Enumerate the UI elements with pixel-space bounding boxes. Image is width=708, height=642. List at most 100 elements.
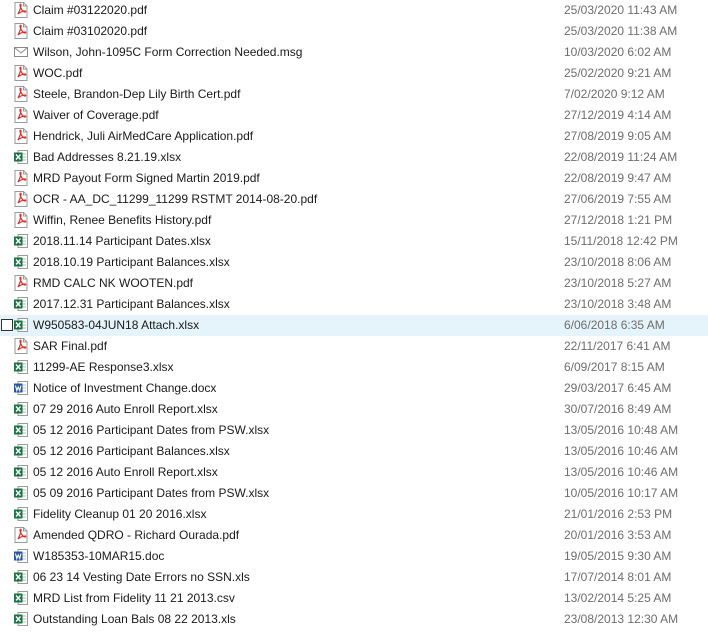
file-row[interactable]: Waiver of Coverage.pdf 27/12/2019 4:14 A… [0, 105, 708, 126]
file-row[interactable]: MRD List from Fidelity 11 21 2013.csv 13… [0, 588, 708, 609]
file-name: 11299-AE Response3.xlsx [33, 360, 174, 374]
file-date-modified: 22/08/2019 9:47 AM [564, 171, 672, 185]
word-icon [14, 380, 28, 396]
file-list: Claim #03122020.pdf 25/03/2020 11:43 AM … [0, 0, 708, 630]
file-name: 2018.10.19 Participant Balances.xlsx [33, 255, 230, 269]
file-date-modified: 23/10/2018 8:06 AM [564, 255, 672, 269]
file-name: 07 29 2016 Auto Enroll Report.xlsx [33, 402, 218, 416]
excel-icon [14, 317, 28, 333]
pdf-icon [14, 128, 28, 144]
file-row[interactable]: Amended QDRO - Richard Ourada.pdf 20/01/… [0, 525, 708, 546]
pdf-icon [14, 170, 28, 186]
file-name: WOC.pdf [33, 66, 83, 80]
file-date-modified: 7/02/2020 9:12 AM [564, 87, 665, 101]
file-row[interactable]: WOC.pdf 25/02/2020 9:21 AM [0, 63, 708, 84]
file-date-modified: 17/07/2014 8:01 AM [564, 570, 672, 584]
file-row[interactable]: Outstanding Loan Bals 08 22 2013.xls 23/… [0, 609, 708, 630]
file-date-modified: 23/10/2018 5:27 AM [564, 276, 672, 290]
file-date-modified: 29/03/2017 6:45 AM [564, 381, 672, 395]
pdf-icon [14, 23, 28, 39]
file-name: 06 23 14 Vesting Date Errors no SSN.xls [33, 570, 250, 584]
excel-icon [14, 233, 28, 249]
file-date-modified: 27/06/2019 7:55 AM [564, 192, 672, 206]
pdf-icon [14, 191, 28, 207]
file-name: Amended QDRO - Richard Ourada.pdf [33, 528, 240, 542]
file-name: SAR Final.pdf [33, 339, 108, 353]
file-name: 05 12 2016 Participant Dates from PSW.xl… [33, 423, 270, 437]
file-row[interactable]: 05 12 2016 Auto Enroll Report.xlsx 13/05… [0, 462, 708, 483]
excel-icon [14, 254, 28, 270]
excel-icon [14, 569, 28, 585]
file-date-modified: 27/08/2019 9:05 AM [564, 129, 672, 143]
excel-icon [14, 296, 28, 312]
file-row[interactable]: Fidelity Cleanup 01 20 2016.xlsx 21/01/2… [0, 504, 708, 525]
file-date-modified: 6/06/2018 6:35 AM [564, 318, 665, 332]
file-row[interactable]: Steele, Brandon-Dep Lily Birth Cert.pdf … [0, 84, 708, 105]
file-name: Waiver of Coverage.pdf [33, 108, 159, 122]
file-date-modified: 6/09/2017 8:15 AM [564, 360, 665, 374]
excel-icon [14, 359, 28, 375]
file-date-modified: 10/03/2020 6:02 AM [564, 45, 672, 59]
pdf-icon [14, 86, 28, 102]
file-name: Bad Addresses 8.21.19.xlsx [33, 150, 182, 164]
excel-icon [14, 422, 28, 438]
file-name: Wiffin, Renee Benefits History.pdf [33, 213, 212, 227]
file-date-modified: 13/05/2016 10:46 AM [564, 444, 679, 458]
file-name: OCR - AA_DC_11299_11299 RSTMT 2014-08-20… [33, 192, 318, 206]
mail-icon [14, 44, 28, 60]
file-name: RMD CALC NK WOOTEN.pdf [33, 276, 194, 290]
file-date-modified: 20/01/2016 3:53 AM [564, 528, 672, 542]
file-date-modified: 10/05/2016 10:17 AM [564, 486, 679, 500]
row-checkbox[interactable] [1, 319, 13, 331]
pdf-icon [14, 275, 28, 291]
file-date-modified: 23/08/2013 12:30 AM [564, 612, 679, 626]
file-row[interactable]: Claim #03102020.pdf 25/03/2020 11:38 AM [0, 21, 708, 42]
file-name: 2018.11.14 Participant Dates.xlsx [33, 234, 211, 248]
file-row[interactable]: Bad Addresses 8.21.19.xlsx 22/08/2019 11… [0, 147, 708, 168]
file-row[interactable]: OCR - AA_DC_11299_11299 RSTMT 2014-08-20… [0, 189, 708, 210]
pdf-icon [14, 2, 28, 18]
file-row[interactable]: MRD Payout Form Signed Martin 2019.pdf 2… [0, 168, 708, 189]
file-date-modified: 13/05/2016 10:46 AM [564, 465, 679, 479]
file-row[interactable]: 07 29 2016 Auto Enroll Report.xlsx 30/07… [0, 399, 708, 420]
excel-icon [14, 506, 28, 522]
file-row[interactable]: Hendrick, Juli AirMedCare Application.pd… [0, 126, 708, 147]
pdf-icon [14, 527, 28, 543]
file-name: Claim #03102020.pdf [33, 24, 148, 38]
file-row[interactable]: Notice of Investment Change.docx 29/03/2… [0, 378, 708, 399]
file-row[interactable]: SAR Final.pdf 22/11/2017 6:41 AM [0, 336, 708, 357]
file-row[interactable]: 2018.10.19 Participant Balances.xlsx 23/… [0, 252, 708, 273]
file-row[interactable]: 05 12 2016 Participant Balances.xlsx 13/… [0, 441, 708, 462]
file-row[interactable]: 11299-AE Response3.xlsx 6/09/2017 8:15 A… [0, 357, 708, 378]
file-row[interactable]: Wilson, John-1095C Form Correction Neede… [0, 42, 708, 63]
file-row-selected[interactable]: W950583-04JUN18 Attach.xlsx 6/06/2018 6:… [0, 315, 708, 336]
file-date-modified: 19/05/2015 9:30 AM [564, 549, 672, 563]
file-row[interactable]: RMD CALC NK WOOTEN.pdf 23/10/2018 5:27 A… [0, 273, 708, 294]
file-row[interactable]: Wiffin, Renee Benefits History.pdf 27/12… [0, 210, 708, 231]
file-row[interactable]: Claim #03122020.pdf 25/03/2020 11:43 AM [0, 0, 708, 21]
file-name: W185353-10MAR15.doc [33, 549, 165, 563]
file-date-modified: 15/11/2018 12:42 PM [564, 234, 678, 248]
pdf-icon [14, 107, 28, 123]
csv-icon [14, 590, 28, 606]
file-date-modified: 23/10/2018 3:48 AM [564, 297, 672, 311]
file-date-modified: 21/01/2016 2:53 PM [564, 507, 673, 521]
file-name: Claim #03122020.pdf [33, 3, 148, 17]
file-name: Steele, Brandon-Dep Lily Birth Cert.pdf [33, 87, 241, 101]
excel-icon [14, 611, 28, 627]
file-name: MRD List from Fidelity 11 21 2013.csv [33, 591, 235, 605]
file-date-modified: 25/02/2020 9:21 AM [564, 66, 672, 80]
file-row[interactable]: 06 23 14 Vesting Date Errors no SSN.xls … [0, 567, 708, 588]
file-name: 05 09 2016 Participant Dates from PSW.xl… [33, 486, 270, 500]
file-date-modified: 22/08/2019 11:24 AM [564, 150, 678, 164]
file-row[interactable]: 05 12 2016 Participant Dates from PSW.xl… [0, 420, 708, 441]
pdf-icon [14, 65, 28, 81]
file-row[interactable]: 2018.11.14 Participant Dates.xlsx 15/11/… [0, 231, 708, 252]
excel-icon [14, 149, 28, 165]
file-row[interactable]: W185353-10MAR15.doc 19/05/2015 9:30 AM [0, 546, 708, 567]
pdf-icon [14, 212, 28, 228]
file-row[interactable]: 05 09 2016 Participant Dates from PSW.xl… [0, 483, 708, 504]
file-row[interactable]: 2017.12.31 Participant Balances.xlsx 23/… [0, 294, 708, 315]
file-name: Hendrick, Juli AirMedCare Application.pd… [33, 129, 254, 143]
file-name: MRD Payout Form Signed Martin 2019.pdf [33, 171, 260, 185]
